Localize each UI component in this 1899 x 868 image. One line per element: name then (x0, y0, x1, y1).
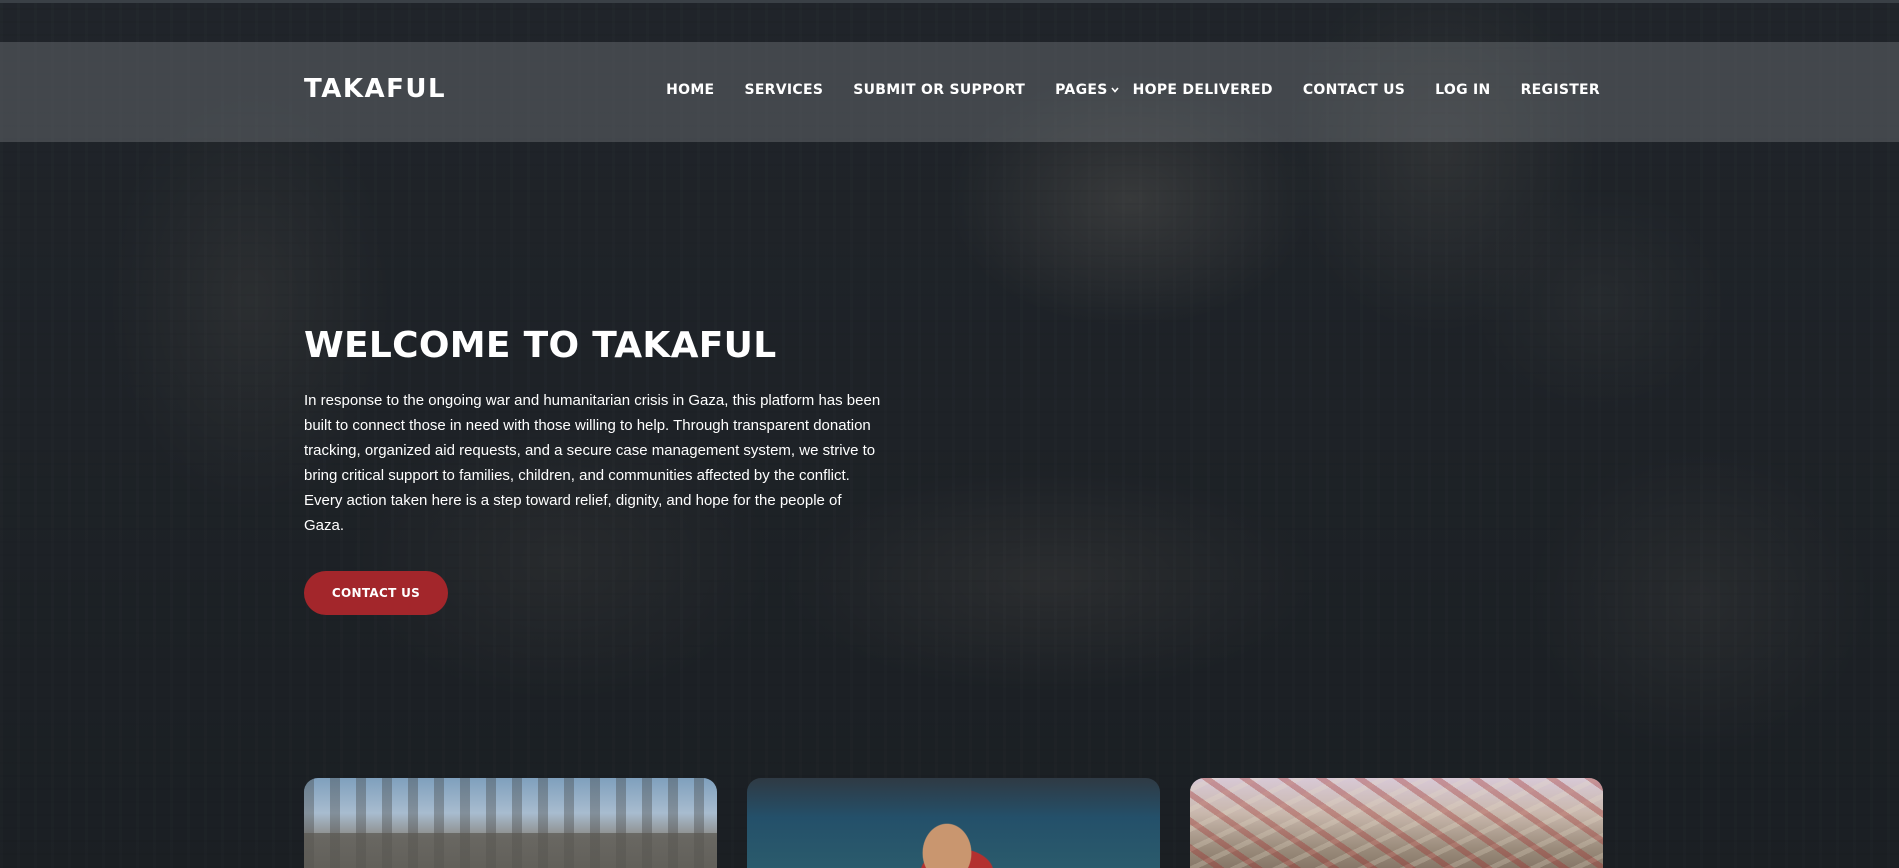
nav-contact-us[interactable]: CONTACT US (1303, 82, 1405, 98)
brand-logo[interactable]: TAKAFUL (304, 74, 446, 104)
navbar: TAKAFUL HOME SERVICES SUBMIT OR SUPPORT … (0, 42, 1899, 142)
top-strip (0, 0, 1899, 3)
nav-home[interactable]: HOME (666, 82, 714, 98)
nav-submit-or-support[interactable]: SUBMIT OR SUPPORT (853, 82, 1025, 98)
card-image-rubble[interactable] (1190, 778, 1603, 868)
card-image-destroyed-buildings[interactable] (304, 778, 717, 868)
nav-log-in[interactable]: LOG IN (1435, 82, 1490, 98)
nav-pages-label: PAGES (1055, 82, 1108, 98)
hero-title: WELCOME TO TAKAFUL (304, 325, 777, 366)
hero-section: WELCOME TO TAKAFUL In response to the on… (304, 325, 884, 538)
main-nav: HOME SERVICES SUBMIT OR SUPPORT PAGES HO… (636, 82, 1600, 98)
chevron-down-icon (1111, 85, 1119, 96)
nav-pages-dropdown[interactable]: PAGES (1055, 82, 1119, 98)
feature-cards (304, 778, 1603, 868)
hero-description: In response to the ongoing war and human… (304, 392, 881, 534)
nav-register[interactable]: REGISTER (1521, 82, 1600, 98)
nav-services[interactable]: SERVICES (744, 82, 823, 98)
card-image-child[interactable] (747, 778, 1160, 868)
contact-us-button[interactable]: CONTACT US (304, 571, 448, 615)
nav-hope-delivered[interactable]: HOPE DELIVERED (1133, 82, 1273, 98)
